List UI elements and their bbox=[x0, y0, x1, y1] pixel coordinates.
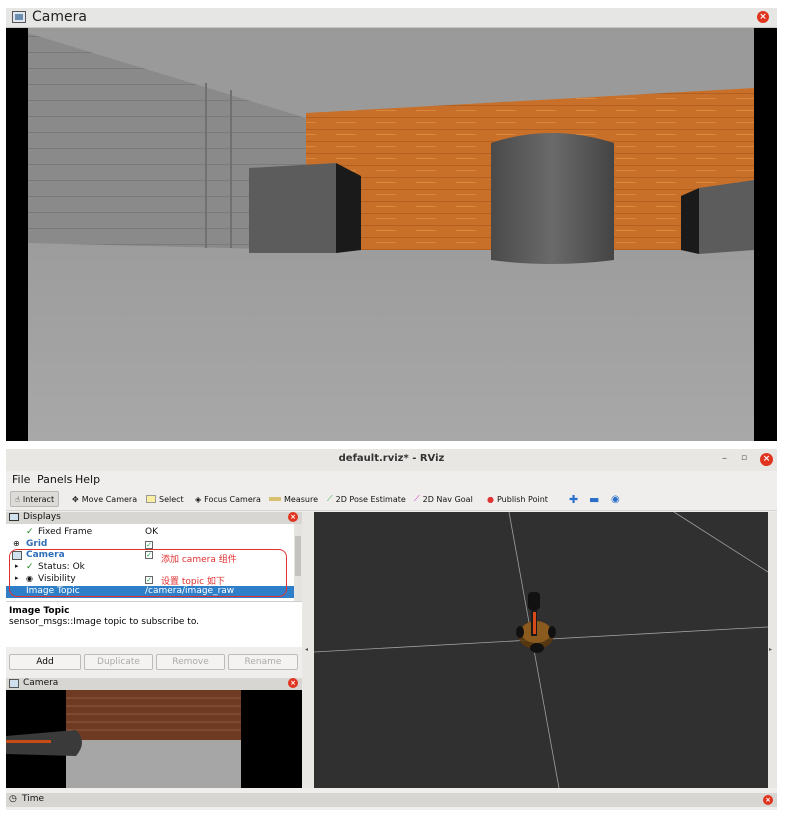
minimize-icon[interactable]: – bbox=[722, 453, 727, 464]
time-panel-close-icon[interactable]: × bbox=[763, 795, 773, 805]
pink-arrow-icon: ⟋ bbox=[414, 494, 420, 503]
camera-window-icon bbox=[12, 11, 26, 23]
focus-icon: ◈ bbox=[195, 494, 202, 504]
remove-tool-icon[interactable]: ▬ bbox=[589, 491, 599, 507]
displays-header: Displays × bbox=[6, 512, 302, 524]
maximize-icon[interactable]: ▫ bbox=[741, 453, 747, 463]
menu-help[interactable]: Help bbox=[75, 473, 100, 486]
clock-icon: ◷ bbox=[9, 794, 17, 804]
tool-measure[interactable]: Measure bbox=[269, 491, 318, 507]
move-icon: ✥ bbox=[72, 494, 79, 504]
camera-image-view bbox=[6, 28, 777, 441]
grid-checkbox[interactable]: ✓ bbox=[145, 541, 153, 549]
displays-close-icon[interactable]: × bbox=[288, 512, 298, 522]
camera-panel-icon bbox=[9, 679, 19, 688]
green-arrow-icon: ⟋ bbox=[327, 494, 333, 503]
ruler-icon bbox=[269, 497, 281, 501]
toolbar: ☝ Interact ✥ Move Camera Select ◈ Focus Cam… bbox=[6, 487, 777, 511]
tool-2d-nav-goal[interactable]: ⟋ 2D Nav Goal bbox=[414, 491, 473, 507]
window-title: default.rviz* - RViz bbox=[338, 453, 445, 464]
annotation-highlight bbox=[9, 549, 287, 597]
tool-select[interactable]: Select bbox=[146, 491, 184, 507]
rviz-window: default.rviz* - RViz – ▫ × File Panels H… bbox=[6, 449, 777, 810]
grid-icon: ⊕ bbox=[13, 539, 20, 548]
tool-2d-pose-estimate[interactable]: ⟋ 2D Pose Estimate bbox=[327, 491, 406, 507]
pin-icon: ● bbox=[487, 494, 494, 504]
tool-move-camera[interactable]: ✥ Move Camera bbox=[72, 491, 137, 507]
add-button[interactable]: Add bbox=[9, 654, 81, 670]
time-panel-title: Time bbox=[22, 794, 45, 804]
3d-viewport[interactable] bbox=[314, 512, 768, 788]
splitter-left-arrow-icon[interactable]: ◂ bbox=[305, 646, 308, 653]
select-icon bbox=[146, 495, 156, 503]
camera-panel-header: Camera × bbox=[6, 678, 302, 690]
time-panel-header: ◷ Time × bbox=[6, 793, 777, 807]
check-icon: ✓ bbox=[26, 527, 34, 537]
tool-focus-camera[interactable]: ◈ Focus Camera bbox=[195, 491, 261, 507]
eye-icon[interactable]: ◉ bbox=[611, 491, 620, 507]
tool-publish-point[interactable]: ● Publish Point bbox=[487, 491, 548, 507]
add-tool-icon[interactable]: ✚ bbox=[569, 491, 578, 507]
description-panel: Image Topic sensor_msgs::Image topic to … bbox=[6, 601, 302, 647]
tool-interact[interactable]: ☝ Interact bbox=[10, 491, 60, 507]
duplicate-button[interactable]: Duplicate bbox=[84, 654, 153, 670]
camera-window-titlebar: Camera × bbox=[6, 8, 777, 28]
camera-panel-view bbox=[6, 690, 302, 788]
camera-window: Camera × bbox=[6, 8, 777, 441]
displays-scroll-thumb[interactable] bbox=[295, 536, 301, 576]
window-close-icon[interactable]: × bbox=[760, 453, 773, 466]
splitter[interactable]: ◂ bbox=[302, 512, 314, 788]
camera-panel-close-icon[interactable]: × bbox=[288, 678, 298, 688]
camera-window-title: Camera bbox=[32, 9, 87, 25]
description-title: Image Topic bbox=[9, 606, 70, 616]
camera-panel-title: Camera bbox=[23, 678, 59, 688]
menu-bar: File Panels Help bbox=[6, 471, 777, 487]
right-splitter[interactable]: ▸ bbox=[768, 512, 777, 788]
rename-button[interactable]: Rename bbox=[228, 654, 298, 670]
menu-file[interactable]: File bbox=[12, 473, 30, 486]
monitor-icon bbox=[9, 513, 19, 521]
rviz-titlebar: default.rviz* - RViz – ▫ × bbox=[6, 449, 777, 471]
tree-row-fixed-frame[interactable]: ✓ Fixed Frame OK bbox=[6, 527, 296, 539]
displays-scrollbar[interactable] bbox=[294, 524, 302, 601]
displays-title: Displays bbox=[23, 512, 61, 522]
right-splitter-arrow-icon[interactable]: ▸ bbox=[769, 646, 772, 653]
description-text: sensor_msgs::Image topic to subscribe to… bbox=[9, 617, 200, 627]
menu-panels[interactable]: Panels bbox=[37, 473, 72, 486]
remove-button[interactable]: Remove bbox=[156, 654, 225, 670]
hand-icon: ☝ bbox=[15, 494, 20, 504]
displays-tree: ✓ Fixed Frame OK ⊕ Grid ✓ Camera ✓ 添加 ca… bbox=[6, 524, 302, 601]
close-icon[interactable]: × bbox=[757, 11, 769, 23]
